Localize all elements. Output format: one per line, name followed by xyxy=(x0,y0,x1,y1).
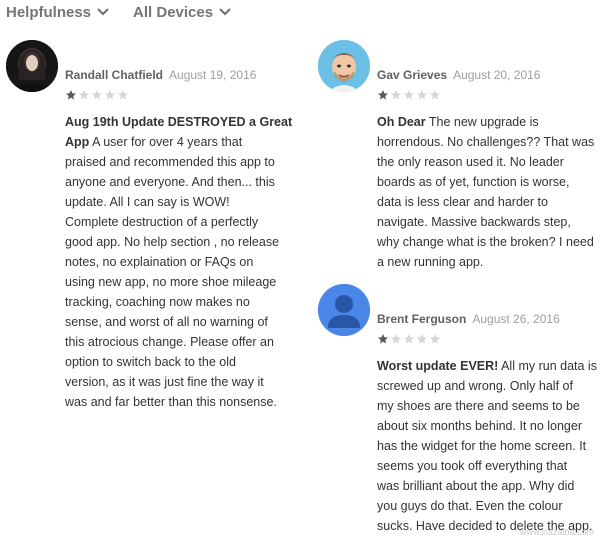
review-body-line: about six months behind. It no longer xyxy=(377,419,582,433)
device-filter-dropdown[interactable]: All Devices xyxy=(133,4,231,21)
review-body-line: a new running app. xyxy=(377,255,484,269)
cartoon-face-icon xyxy=(318,40,370,92)
device-filter-label: All Devices xyxy=(133,3,214,21)
avatar[interactable] xyxy=(318,284,370,336)
author-name[interactable]: Gav Grieves xyxy=(377,68,447,82)
star-filled-icon xyxy=(66,90,76,100)
star-empty-icon xyxy=(118,90,128,100)
review-title-continued: App xyxy=(65,135,90,149)
default-person-icon xyxy=(318,284,370,336)
review-body-line: you guys do that. Even the colour xyxy=(377,499,563,513)
review-body-line: tracking, coaching now makes no xyxy=(65,295,250,309)
review-body-line: this atrocious change. Please offer an xyxy=(65,335,274,349)
star-empty-icon xyxy=(430,334,440,344)
star-empty-icon xyxy=(79,90,89,100)
review-text: Aug 19th Update DESTROYED a Great App A … xyxy=(65,112,292,412)
review-body-line: was brilliant about the app. Why did xyxy=(377,479,575,493)
star-rating xyxy=(377,333,442,345)
review-body-line: navigate. Massive backwards step, xyxy=(377,215,571,229)
star-empty-icon xyxy=(391,90,401,100)
sort-helpfulness-dropdown[interactable]: Helpfulness xyxy=(6,4,109,21)
avatar[interactable] xyxy=(6,40,58,92)
review-title: Oh Dear xyxy=(377,115,426,129)
review-title: Aug 19th Update DESTROYED a Great xyxy=(65,115,293,129)
review-body-line: has the widget for the home screen. It xyxy=(377,439,587,453)
star-empty-icon xyxy=(417,334,427,344)
sort-label: Helpfulness xyxy=(6,3,92,21)
watermark: www.xiazaiba.com xyxy=(519,527,594,537)
review-date: August 19, 2016 xyxy=(169,68,257,82)
review-body-line: data is less clear and harder to xyxy=(377,195,548,209)
review-body-line: A user for over 4 years that xyxy=(89,135,243,149)
author-name[interactable]: Randall Chatfield xyxy=(65,68,163,82)
star-empty-icon xyxy=(404,334,414,344)
filter-bar: Helpfulness All Devices xyxy=(6,2,231,22)
review-body-line: why change what is the broken? I need xyxy=(377,235,594,249)
person-photo-icon xyxy=(6,40,58,92)
review-date: August 20, 2016 xyxy=(453,68,541,82)
review-body-line: good app. No help section , no release xyxy=(65,235,280,249)
star-empty-icon xyxy=(430,90,440,100)
review-header: Brent Ferguson August 26, 2016 xyxy=(377,312,560,326)
review-body-line: sense, and worst of all no warning of xyxy=(65,315,268,329)
review-body-line: horrendous. No challenges?? That was xyxy=(377,135,595,149)
star-filled-icon xyxy=(378,90,388,100)
star-empty-icon xyxy=(417,90,427,100)
star-empty-icon xyxy=(92,90,102,100)
review-header: Gav Grieves August 20, 2016 xyxy=(377,68,540,82)
chevron-down-icon xyxy=(219,8,231,16)
review-body-line: boards as of yet, function is worse, xyxy=(377,175,570,189)
review-body-line: version, as it was just fine the way it xyxy=(65,375,264,389)
review-body-line: Complete destruction of a perfectly xyxy=(65,215,259,229)
review-header: Randall Chatfield August 19, 2016 xyxy=(65,68,256,82)
star-rating xyxy=(377,89,442,101)
review-date: August 26, 2016 xyxy=(472,312,560,326)
review-text: Oh Dear The new upgrade is horrendous. N… xyxy=(377,112,594,272)
review-body-line: screwed up and wrong. Only half of xyxy=(377,379,573,393)
avatar[interactable] xyxy=(318,40,370,92)
chevron-down-icon xyxy=(97,8,109,16)
review-body-line: praised and recommended this app to xyxy=(65,155,275,169)
star-filled-icon xyxy=(378,334,388,344)
review-text: Worst update EVER! All my run data is sc… xyxy=(377,356,597,536)
star-rating xyxy=(65,89,130,101)
review-body-line: my shoes are there and seems to be xyxy=(377,399,580,413)
review-body-line: using new app, no more shoe mileage xyxy=(65,275,277,289)
star-empty-icon xyxy=(105,90,115,100)
review-body-line: The new upgrade is xyxy=(425,115,539,129)
review-body-line: update. All I can say is WOW! xyxy=(65,195,230,209)
review-body-line: seems you took off everything that xyxy=(377,459,568,473)
review-body-line: anyone and everyone. And then... this xyxy=(65,175,275,189)
author-name[interactable]: Brent Ferguson xyxy=(377,312,466,326)
review-body-line: option to switch back to the old xyxy=(65,355,236,369)
review-body-line: notes, no explaination or FAQs on xyxy=(65,255,254,269)
star-empty-icon xyxy=(404,90,414,100)
review-title: Worst update EVER! xyxy=(377,359,499,373)
star-empty-icon xyxy=(391,334,401,344)
review-body-line: was and far better than this nonsense. xyxy=(65,395,277,409)
review-body-line: All my run data is xyxy=(498,359,597,373)
review-body-line: the only reason used it. No leader xyxy=(377,155,564,169)
